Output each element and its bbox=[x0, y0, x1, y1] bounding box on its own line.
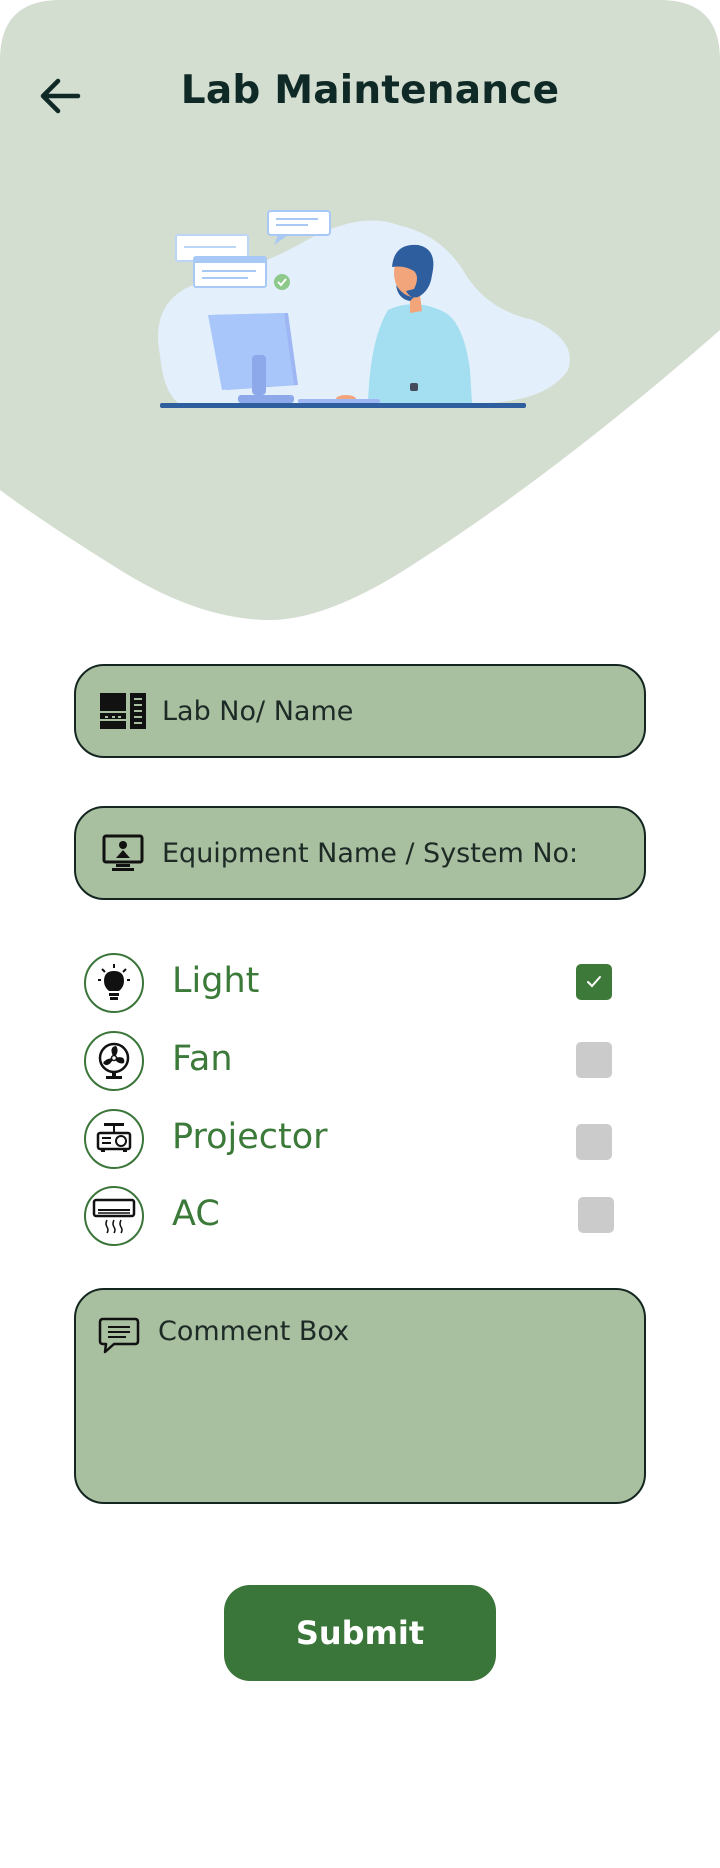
equipment-input[interactable] bbox=[162, 837, 644, 869]
computer-monitor-icon bbox=[98, 828, 148, 878]
equipment-field[interactable] bbox=[74, 806, 646, 900]
option-ac-label: AC bbox=[172, 1194, 220, 1234]
submit-button[interactable]: Submit bbox=[224, 1585, 496, 1681]
fan-icon bbox=[84, 1031, 144, 1091]
lab-name-input[interactable] bbox=[162, 695, 644, 727]
comment-box[interactable] bbox=[74, 1288, 646, 1504]
server-rack-icon bbox=[98, 686, 148, 736]
option-light-label: Light bbox=[172, 961, 260, 1001]
checkmark-icon bbox=[587, 976, 601, 988]
page-title: Lab Maintenance bbox=[180, 68, 560, 113]
option-fan-checkbox[interactable] bbox=[576, 1042, 612, 1078]
option-light-checkbox[interactable] bbox=[576, 964, 612, 1000]
option-ac: AC bbox=[84, 1186, 624, 1250]
person-at-computer-illustration bbox=[158, 210, 570, 408]
option-light: Light bbox=[84, 953, 624, 1017]
option-fan-label: Fan bbox=[172, 1039, 233, 1079]
comment-icon bbox=[98, 1316, 142, 1360]
projector-icon bbox=[84, 1109, 144, 1169]
option-projector-checkbox[interactable] bbox=[576, 1124, 612, 1160]
comment-textarea[interactable] bbox=[158, 1316, 628, 1476]
lab-name-field[interactable] bbox=[74, 664, 646, 758]
option-ac-checkbox[interactable] bbox=[578, 1197, 614, 1233]
light-bulb-icon bbox=[84, 953, 144, 1013]
air-conditioner-icon bbox=[84, 1186, 144, 1246]
option-projector-label: Projector bbox=[172, 1117, 328, 1157]
option-fan: Fan bbox=[84, 1031, 624, 1095]
option-projector: Projector bbox=[84, 1109, 624, 1173]
